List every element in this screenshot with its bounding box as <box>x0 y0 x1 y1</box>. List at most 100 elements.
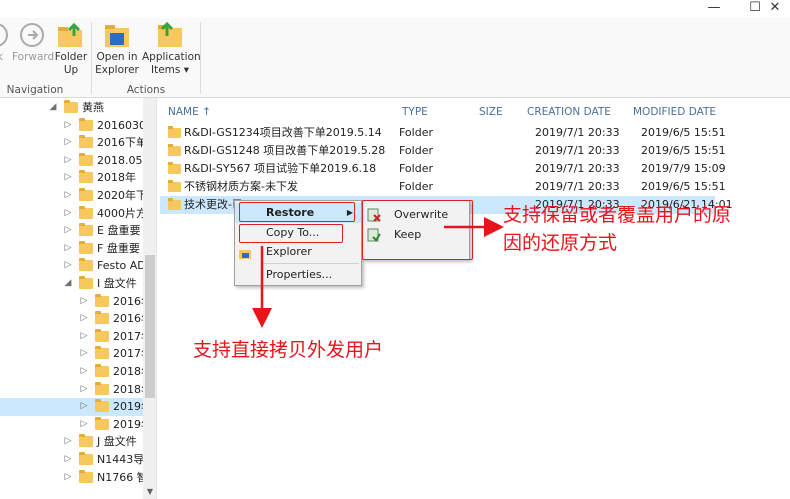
forward-button[interactable]: Forward <box>12 22 55 64</box>
open-in-explorer-button[interactable]: Open in Explorer <box>94 22 140 77</box>
collapsed-arrow-icon[interactable]: ▷ <box>63 451 73 468</box>
tree-scrollbar[interactable]: ▼ <box>143 98 156 499</box>
menu-item-explorer[interactable]: Explorer <box>235 242 361 262</box>
tree-item-label: 2018年 <box>97 171 136 185</box>
collapsed-arrow-icon[interactable]: ▷ <box>63 469 73 486</box>
file-row[interactable]: R&DI-GS1234项目改善下单2019.5.14 Folder 2019/7/1… <box>160 124 726 142</box>
folder-icon <box>79 452 93 465</box>
ribbon-group-separator <box>200 22 201 94</box>
collapsed-arrow-icon[interactable]: ▷ <box>79 345 89 362</box>
tree-item-label: 2016下单 <box>97 136 143 150</box>
column-header-created[interactable]: CREATION DATE <box>527 106 611 124</box>
column-header-size[interactable]: SIZE <box>479 106 503 124</box>
collapsed-arrow-icon[interactable]: ▷ <box>79 416 89 433</box>
tree-item[interactable]: ▷ 2019年 <box>0 416 143 434</box>
collapsed-arrow-icon[interactable]: ▷ <box>79 381 89 398</box>
file-row[interactable]: 不锈钢材质方案-未下发 Folder 2019/7/1 20:33 2019/6/5 … <box>160 178 726 196</box>
tree-item[interactable]: ▷ 2016年 <box>0 310 143 328</box>
folder-icon <box>95 416 109 430</box>
collapsed-arrow-icon[interactable]: ▷ <box>63 169 73 186</box>
collapsed-arrow-icon[interactable]: ▷ <box>63 187 73 204</box>
tree-item-label: I 盘文件 <box>97 277 137 290</box>
tree-item[interactable]: ▷ 2018.05.0 <box>0 152 143 170</box>
tree-item[interactable]: ▷ E 盘重要 <box>0 222 143 240</box>
application-items-label-2: Items ▾ <box>151 64 189 76</box>
tree-item-label: E 盘重要 <box>97 224 141 238</box>
tree-item[interactable]: ▷ 2018年 <box>0 169 143 187</box>
tree-item[interactable]: ◢ 黄燕 <box>0 99 143 117</box>
back-button[interactable]: k <box>0 22 10 64</box>
column-header-type[interactable]: TYPE <box>402 106 428 124</box>
file-type: Folder <box>399 180 433 193</box>
tree-item[interactable]: ◢ I 盘文件 <box>0 275 143 293</box>
file-row[interactable]: R&DI-SY567 项目试验下单2019.6.18 Folder 2019/7/1… <box>160 160 726 178</box>
collapsed-arrow-icon[interactable]: ▷ <box>63 205 73 222</box>
minimize-button[interactable]: — <box>692 0 736 18</box>
scroll-down-icon[interactable]: ▼ <box>143 485 156 499</box>
tree-item[interactable]: ▷ 4000片方 <box>0 205 143 223</box>
collapsed-arrow-icon[interactable]: ▷ <box>63 433 73 450</box>
column-header-modified[interactable]: MODIFIED DATE <box>633 106 716 124</box>
annotation-copy-note: 支持直接拷贝外发用户 <box>193 339 384 361</box>
tree-item[interactable]: ▷ 2016下单 <box>0 134 143 152</box>
actions-group-label: Actions <box>126 84 166 96</box>
tree-item[interactable]: ▷ N1766 智 <box>0 469 143 487</box>
tree-item[interactable]: ▷ 20160307 <box>0 117 143 135</box>
tree-item[interactable]: ▷ 2018年 <box>0 363 143 381</box>
column-header-name-label: NAME <box>168 106 199 118</box>
tree-item[interactable]: ▷ 2018年 <box>0 381 143 399</box>
tree-item[interactable]: ▷ Festo AD <box>0 257 143 275</box>
tree-item-label: Festo AD <box>97 259 143 273</box>
open-in-explorer-label-2: Explorer <box>95 64 139 76</box>
explorer-icon <box>239 246 251 259</box>
collapsed-arrow-icon[interactable]: ▷ <box>79 310 89 327</box>
tree-item-label: 2017年 <box>113 347 143 361</box>
tree-item[interactable]: ▷ N1443导 <box>0 451 143 469</box>
tree-scrollbar-thumb[interactable] <box>145 255 155 398</box>
tree-item[interactable]: ▷ F 盘重要 <box>0 240 143 258</box>
tree-item[interactable]: ▷ J 盘文件 <box>0 433 143 451</box>
tree-item-label: 2018.05.0 <box>97 153 143 167</box>
file-row[interactable]: R&DI-GS1248 项目改善下单2019.5.28 Folder 2019/7/… <box>160 142 726 160</box>
folder-icon <box>79 469 93 483</box>
collapsed-arrow-icon[interactable]: ▷ <box>79 398 89 415</box>
file-name: R&DI-GS1234项目改善下单2019.5.14 <box>184 126 382 139</box>
tree-item[interactable]: ▷ 2017年 <box>0 345 143 363</box>
collapsed-arrow-icon[interactable]: ▷ <box>63 222 73 239</box>
close-button[interactable]: ✕ <box>760 0 790 18</box>
folder-icon <box>95 381 109 395</box>
folder-icon <box>95 346 109 360</box>
tree-item[interactable]: ▷ 2019年 <box>0 398 143 416</box>
menu-item-properties-label: Properties... <box>266 268 333 281</box>
collapsed-arrow-icon[interactable]: ▷ <box>79 363 89 380</box>
tree-item[interactable]: ▷ 2016年 <box>0 293 143 311</box>
folder-icon <box>79 276 93 289</box>
application-items-icon <box>155 21 185 48</box>
folder-icon <box>168 126 181 138</box>
ribbon-toolbar: k Forward Folder Up Open in Explorer App… <box>0 18 790 98</box>
collapsed-arrow-icon[interactable]: ▷ <box>63 117 73 134</box>
collapsed-arrow-icon[interactable]: ▷ <box>63 134 73 151</box>
column-header-name[interactable]: NAME ↑ <box>168 106 211 124</box>
tree-item-label: 2018年 <box>113 382 143 396</box>
title-bar: — ☐ ✕ <box>0 0 790 18</box>
folder-up-button[interactable]: Folder Up <box>53 22 89 77</box>
file-name: R&DI-GS1248 项目改善下单2019.5.28 <box>184 144 386 157</box>
tree-item-label: J 盘文件 <box>97 435 137 449</box>
application-items-button[interactable]: Application Items ▾ <box>142 21 201 77</box>
collapsed-arrow-icon[interactable]: ▷ <box>79 293 89 310</box>
collapsed-arrow-icon[interactable]: ▷ <box>63 152 73 169</box>
forward-button-label: Forward <box>12 51 55 63</box>
ribbon-group-separator <box>91 22 92 94</box>
collapsed-arrow-icon[interactable]: ▷ <box>63 240 73 257</box>
annotation-restore-line2: 因的还原方式 <box>503 232 618 254</box>
forward-arrow-icon <box>17 22 47 48</box>
expanded-arrow-icon[interactable]: ◢ <box>63 275 73 292</box>
expanded-arrow-icon[interactable]: ◢ <box>48 99 58 116</box>
tree-item[interactable]: ▷ 2020年下 <box>0 187 143 205</box>
collapsed-arrow-icon[interactable]: ▷ <box>63 257 73 274</box>
tree-item[interactable]: ▷ 2017年 <box>0 328 143 346</box>
collapsed-arrow-icon[interactable]: ▷ <box>79 328 89 345</box>
menu-item-properties[interactable]: Properties... <box>235 265 361 285</box>
folder-icon <box>79 117 93 131</box>
